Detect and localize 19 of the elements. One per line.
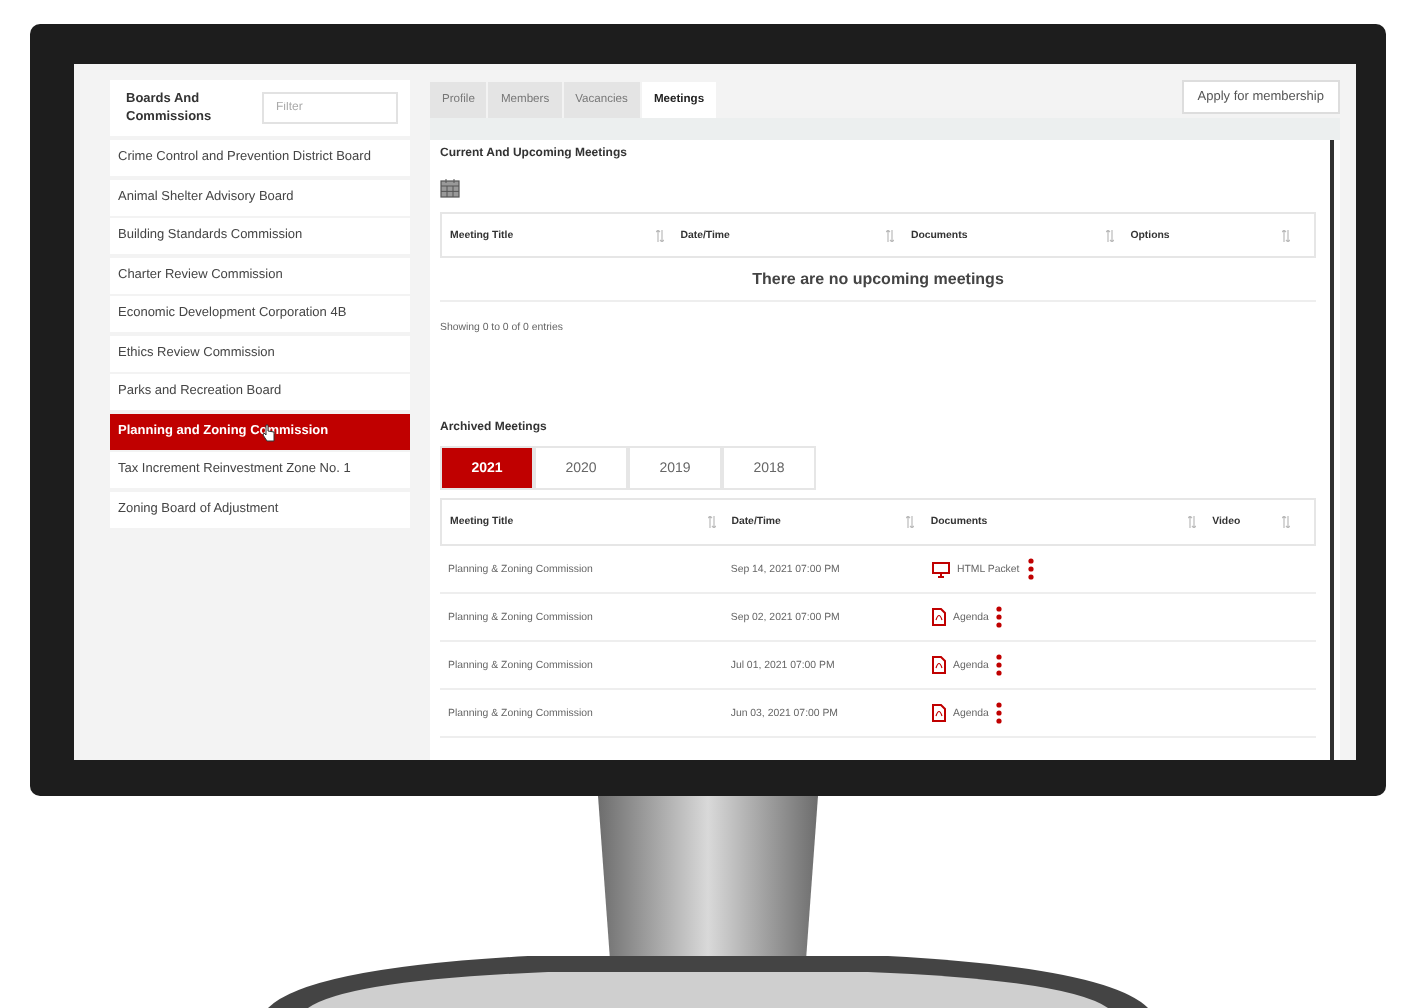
pdf-file-icon — [931, 704, 945, 722]
pdf-file-icon — [931, 656, 945, 674]
calendar-icon — [440, 178, 460, 198]
more-options-icon[interactable] — [996, 606, 1003, 628]
sort-icon[interactable] — [656, 229, 665, 241]
sort-icon[interactable] — [886, 229, 895, 241]
sort-icon[interactable] — [1282, 229, 1290, 241]
sort-icon[interactable] — [906, 516, 915, 528]
sort-icon[interactable] — [1281, 516, 1290, 528]
scrollbar[interactable] — [1330, 140, 1334, 760]
sort-icon[interactable] — [1188, 516, 1197, 528]
empty-message: There are no upcoming meetings — [440, 258, 1316, 302]
sort-icon[interactable] — [1106, 229, 1115, 241]
sort-icon[interactable] — [707, 516, 716, 528]
more-options-icon[interactable] — [1027, 558, 1034, 580]
more-options-icon[interactable] — [996, 654, 1003, 676]
more-options-icon[interactable] — [996, 702, 1003, 724]
monitor-icon — [931, 561, 949, 577]
pdf-file-icon — [931, 608, 945, 626]
